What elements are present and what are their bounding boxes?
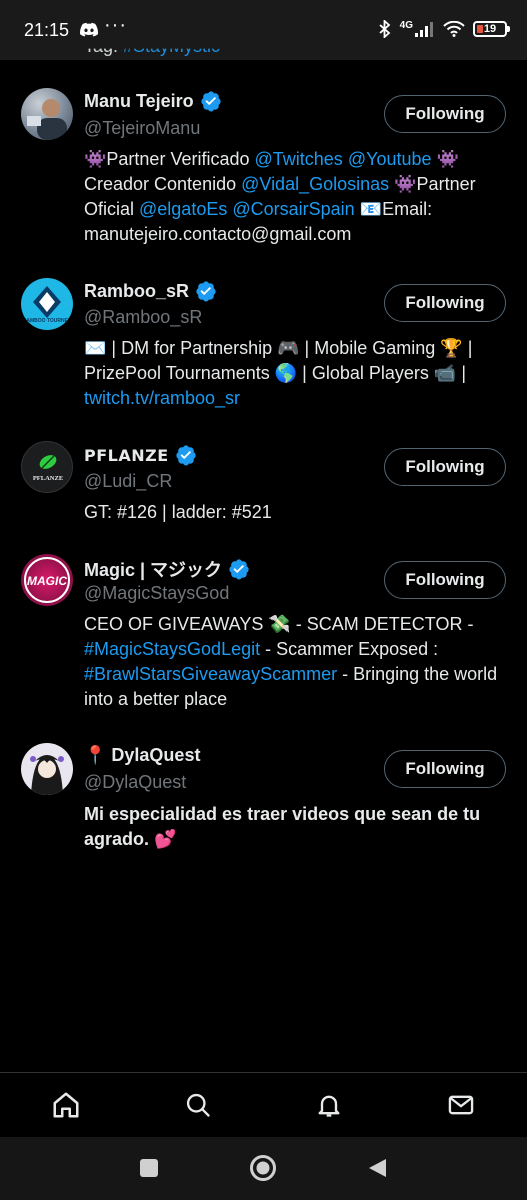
bio-link[interactable]: @Vidal_Golosinas: [241, 174, 389, 194]
more-notifications-indicator: ···: [104, 14, 127, 36]
user-bio: ✉️ | DM for Partnership 🎮 | Mobile Gamin…: [84, 336, 504, 411]
signal-icon: [415, 22, 433, 37]
nav-messages[interactable]: [441, 1085, 481, 1125]
circle-icon: [250, 1155, 276, 1181]
bio-text: CEO OF GIVEAWAYS 💸 - SCAM DETECTOR -: [84, 614, 474, 634]
verified-badge-icon: [229, 559, 249, 580]
avatar[interactable]: PFLANZE: [21, 441, 73, 493]
bio-text: - Scammer Exposed :: [260, 639, 439, 659]
user-bio: CEO OF GIVEAWAYS 💸 - SCAM DETECTOR - #Ma…: [84, 612, 504, 712]
square-icon: [140, 1159, 158, 1177]
status-bar: 21:15 ··· 4G 19: [0, 0, 527, 60]
user-handle: @Ramboo_sR: [84, 307, 203, 327]
recent-apps-button[interactable]: [139, 1158, 159, 1183]
bottom-navigation: [0, 1072, 527, 1137]
battery-level: 19: [483, 23, 497, 35]
battery-icon: 19: [473, 21, 510, 37]
user-handle: @DylaQuest: [84, 772, 187, 792]
user-handle: @TejeiroManu: [84, 118, 201, 138]
nav-notifications[interactable]: [309, 1085, 349, 1125]
bio-link[interactable]: @Twitches: [255, 149, 343, 169]
bluetooth-icon: [379, 20, 391, 38]
bio-link[interactable]: @Youtube: [348, 149, 432, 169]
home-icon: [53, 1092, 79, 1118]
messages-icon: [448, 1095, 474, 1115]
following-button[interactable]: Following: [384, 750, 506, 788]
bio-link[interactable]: twitch.tv/ramboo_sr: [84, 388, 240, 408]
user-handle: @MagicStaysGod: [84, 583, 230, 603]
bio-link[interactable]: #BrawlStarsGiveawayScammer: [84, 664, 337, 684]
home-button[interactable]: [249, 1154, 277, 1187]
bio-link[interactable]: #MagicStaysGodLegit: [84, 639, 260, 659]
verified-badge-icon: [196, 281, 216, 302]
system-icons: 4G 19: [378, 19, 510, 38]
triangle-back-icon: [369, 1159, 386, 1177]
avatar[interactable]: [21, 88, 73, 140]
user-handle: @Ludi_CR: [84, 471, 173, 491]
discord-icon: [80, 22, 98, 37]
user-bio: GT: #126 | ladder: #521: [84, 500, 504, 525]
nav-home[interactable]: [46, 1085, 86, 1125]
verified-badge-icon: [201, 91, 221, 112]
system-navigation-bar: [0, 1137, 527, 1200]
user-display-name[interactable]: PFLANZE: [84, 446, 169, 465]
avatar[interactable]: MAGIC: [21, 554, 73, 606]
avatar-text: PFLANZE: [33, 475, 63, 482]
avatar[interactable]: RAMBOO TOURNEY: [21, 278, 73, 330]
user-display-name[interactable]: Manu Tejeiro: [84, 91, 194, 112]
bio-text: GT: #126 | ladder: #521: [84, 502, 272, 522]
avatar-text: RAMBOO TOURNEY: [23, 318, 72, 324]
user-display-name[interactable]: 📍 DylaQuest: [84, 745, 200, 766]
user-display-name[interactable]: Ramboo_sR: [84, 281, 189, 302]
back-button[interactable]: [366, 1157, 388, 1184]
wifi-icon: [443, 21, 465, 37]
following-button[interactable]: Following: [384, 561, 506, 599]
search-icon: [186, 1093, 210, 1117]
bio-link[interactable]: @CorsairSpain: [232, 199, 354, 219]
user-display-name[interactable]: Magic | マジック: [84, 556, 222, 582]
verified-badge-icon: [176, 445, 196, 466]
following-button[interactable]: Following: [384, 448, 506, 486]
bio-text: Mi especialidad es traer videos que sean…: [84, 804, 481, 849]
following-button[interactable]: Following: [384, 95, 506, 133]
avatar-text: MAGIC: [27, 574, 67, 588]
nav-search[interactable]: [178, 1085, 218, 1125]
following-button[interactable]: Following: [384, 284, 506, 322]
bio-text: 👾Partner Verificado: [84, 149, 255, 169]
user-bio: 👾Partner Verificado @Twitches @Youtube 👾…: [84, 147, 504, 247]
network-type: 4G: [399, 19, 413, 31]
bio-text: ✉️ | DM for Partnership 🎮 | Mobile Gamin…: [84, 338, 473, 383]
user-bio: Mi especialidad es traer videos que sean…: [84, 802, 504, 852]
bio-link[interactable]: @elgatoEs: [139, 199, 227, 219]
avatar[interactable]: [21, 743, 73, 795]
notifications-icon: [318, 1095, 340, 1117]
status-time: 21:15: [24, 20, 70, 40]
